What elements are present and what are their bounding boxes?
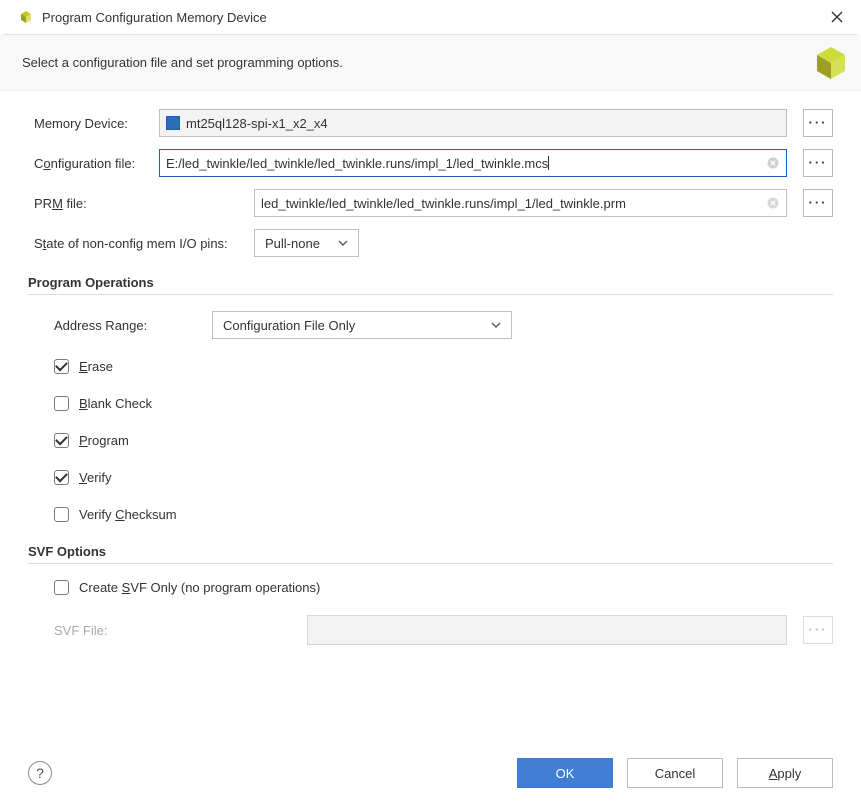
prm-file-value: led_twinkle/led_twinkle/led_twinkle.runs…: [261, 196, 766, 211]
content-area: Memory Device: mt25ql128-spi-x1_x2_x4 ··…: [0, 91, 861, 655]
title-bar: Program Configuration Memory Device: [0, 0, 861, 34]
app-icon: [18, 9, 34, 25]
banner-text: Select a configuration file and set prog…: [22, 55, 343, 70]
create-svf-only-checkbox[interactable]: [54, 580, 69, 595]
verify-checksum-label: Verify Checksum: [79, 507, 177, 522]
blank-check-checkbox[interactable]: [54, 396, 69, 411]
footer: ? OK Cancel Apply: [28, 758, 833, 788]
chevron-down-icon: [491, 322, 501, 328]
io-state-dropdown[interactable]: Pull-none: [254, 229, 359, 257]
banner: Select a configuration file and set prog…: [0, 35, 861, 91]
svf-file-input: [307, 615, 787, 645]
config-file-input[interactable]: E:/led_twinkle/led_twinkle/led_twinkle.r…: [159, 149, 787, 177]
erase-label: Erase: [79, 359, 113, 374]
verify-checkbox[interactable]: [54, 470, 69, 485]
prm-file-input[interactable]: led_twinkle/led_twinkle/led_twinkle.runs…: [254, 189, 787, 217]
program-config-dialog: Program Configuration Memory Device Sele…: [0, 0, 861, 802]
memory-device-label: Memory Device:: [34, 116, 149, 131]
memory-device-field: mt25ql128-spi-x1_x2_x4: [159, 109, 787, 137]
vivado-logo-icon: [811, 43, 851, 86]
config-file-label: Configuration file:: [34, 156, 149, 171]
program-checkbox[interactable]: [54, 433, 69, 448]
io-state-label: State of non-config mem I/O pins:: [34, 236, 244, 251]
chevron-down-icon: [338, 240, 348, 246]
address-range-label: Address Range:: [54, 318, 184, 333]
verify-label: Verify: [79, 470, 112, 485]
apply-button[interactable]: Apply: [737, 758, 833, 788]
ok-button[interactable]: OK: [517, 758, 613, 788]
blank-check-label: Blank Check: [79, 396, 152, 411]
config-file-clear-icon[interactable]: [766, 156, 780, 170]
address-range-dropdown[interactable]: Configuration File Only: [212, 311, 512, 339]
memory-device-browse-button[interactable]: ···: [803, 109, 833, 137]
svf-file-label: SVF File:: [54, 623, 107, 638]
create-svf-only-label: Create SVF Only (no program operations): [79, 580, 320, 595]
svf-options-heading: SVF Options: [28, 544, 833, 559]
memory-device-value: mt25ql128-spi-x1_x2_x4: [186, 116, 780, 131]
erase-checkbox[interactable]: [54, 359, 69, 374]
program-label: Program: [79, 433, 129, 448]
io-state-value: Pull-none: [265, 236, 320, 251]
dialog-title: Program Configuration Memory Device: [42, 10, 825, 25]
help-button[interactable]: ?: [28, 761, 52, 785]
config-file-browse-button[interactable]: ···: [803, 149, 833, 177]
cancel-button[interactable]: Cancel: [627, 758, 723, 788]
program-operations-heading: Program Operations: [28, 275, 833, 290]
prm-file-browse-button[interactable]: ···: [803, 189, 833, 217]
chip-icon: [166, 116, 180, 130]
config-file-value: E:/led_twinkle/led_twinkle/led_twinkle.r…: [166, 156, 766, 171]
close-button[interactable]: [825, 5, 849, 29]
address-range-value: Configuration File Only: [223, 318, 355, 333]
svf-file-browse-button: ···: [803, 616, 833, 644]
verify-checksum-checkbox[interactable]: [54, 507, 69, 522]
prm-file-clear-icon[interactable]: [766, 196, 780, 210]
prm-file-label: PRM file:: [34, 196, 244, 211]
